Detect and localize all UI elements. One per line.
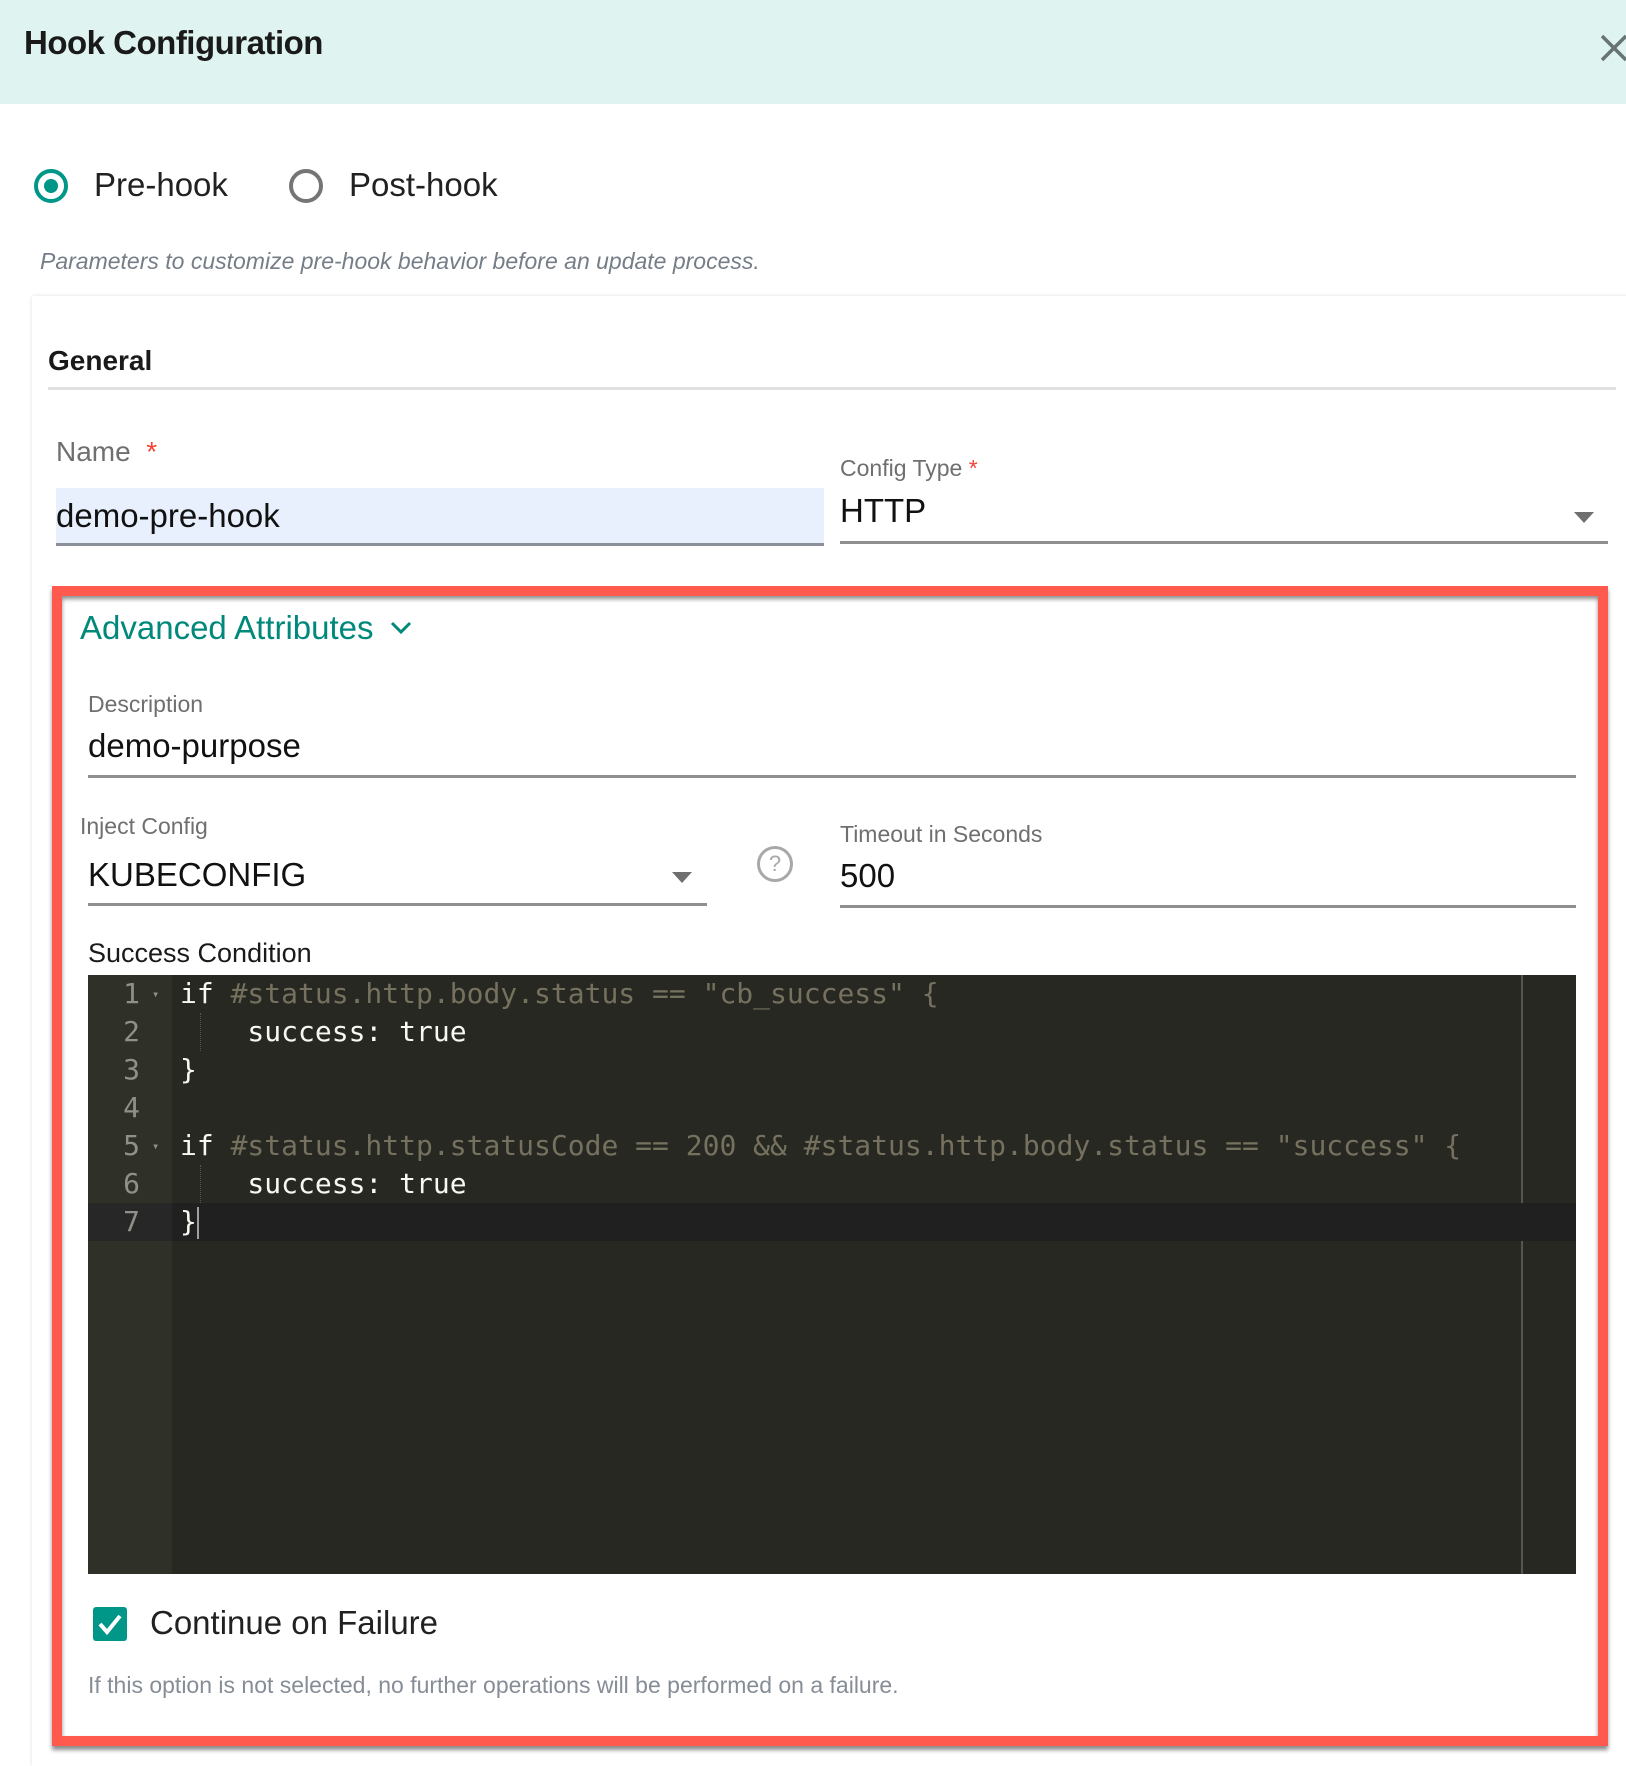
code-line[interactable]: 4 bbox=[88, 1089, 1576, 1127]
code-text: if #status.http.body.status == "cb_succe… bbox=[180, 975, 939, 1013]
inject-config-select[interactable]: KUBECONFIG bbox=[88, 850, 707, 902]
post-hook-label[interactable]: Post-hook bbox=[349, 166, 498, 204]
continue-on-failure-helper: If this option is not selected, no furth… bbox=[88, 1672, 899, 1698]
code-line[interactable]: 2 success: true bbox=[88, 1013, 1576, 1051]
code-keyword: if bbox=[180, 977, 214, 1010]
config-type-value: HTTP bbox=[840, 492, 927, 529]
line-number: 6 bbox=[123, 1167, 140, 1200]
pre-hook-radio[interactable] bbox=[34, 169, 68, 203]
code-text: success: true bbox=[180, 1013, 467, 1051]
description-underline bbox=[88, 775, 1576, 778]
code-text: success: true bbox=[180, 1165, 467, 1203]
code-keyword: if bbox=[180, 1129, 214, 1162]
name-label: Name * bbox=[56, 436, 157, 468]
description-label: Description bbox=[88, 691, 204, 717]
pre-hook-label[interactable]: Pre-hook bbox=[94, 166, 228, 204]
name-required-marker: * bbox=[146, 436, 158, 467]
code-statement: } bbox=[180, 1205, 197, 1238]
code-line[interactable]: 1 ▾ if #status.http.body.status == "cb_suc… bbox=[88, 975, 1576, 1013]
fold-arrow-icon[interactable]: ▾ bbox=[152, 975, 166, 1013]
config-type-label-text: Config Type bbox=[840, 455, 963, 481]
inject-config-dropdown-arrow-icon bbox=[672, 872, 692, 883]
line-number: 3 bbox=[123, 1053, 140, 1086]
code-line[interactable]: 3} bbox=[88, 1051, 1576, 1089]
close-icon bbox=[1600, 34, 1626, 62]
inject-config-label: Inject Config bbox=[80, 813, 208, 839]
continue-on-failure-checkbox[interactable] bbox=[93, 1607, 127, 1641]
description-input[interactable] bbox=[88, 724, 1576, 768]
dialog-title: Hook Configuration bbox=[24, 24, 323, 61]
code-statement: success: true bbox=[180, 1015, 467, 1048]
name-input[interactable] bbox=[56, 488, 824, 546]
line-number: 4 bbox=[123, 1091, 140, 1124]
continue-on-failure-label[interactable]: Continue on Failure bbox=[150, 1604, 438, 1642]
line-number: 7 bbox=[88, 1203, 172, 1241]
timeout-label: Timeout in Seconds bbox=[840, 821, 1043, 847]
code-text: } bbox=[180, 1051, 197, 1089]
timeout-underline bbox=[840, 905, 1576, 908]
config-type-underline bbox=[840, 541, 1608, 544]
text-cursor bbox=[196, 1207, 199, 1239]
close-button[interactable] bbox=[1596, 30, 1626, 66]
code-expression: #status.http.body.status == "cb_success"… bbox=[213, 977, 939, 1010]
general-divider bbox=[48, 387, 1616, 390]
line-number: 2 bbox=[123, 1015, 140, 1048]
timeout-input[interactable] bbox=[840, 854, 1576, 898]
post-hook-radio[interactable] bbox=[289, 169, 323, 203]
code-expression: #status.http.statusCode == 200 && #statu… bbox=[213, 1129, 1462, 1162]
code-line[interactable]: 7} bbox=[88, 1203, 1576, 1241]
code-text: if #status.http.statusCode == 200 && #st… bbox=[180, 1127, 1461, 1165]
config-type-required-marker: * bbox=[968, 455, 978, 481]
fold-arrow-icon[interactable]: ▾ bbox=[152, 1127, 166, 1165]
chevron-down-icon bbox=[390, 621, 411, 635]
general-section-title: General bbox=[48, 345, 153, 376]
code-line[interactable]: 6 success: true bbox=[88, 1165, 1576, 1203]
advanced-attributes-toggle[interactable]: Advanced Attributes bbox=[80, 609, 412, 647]
advanced-attributes-title: Advanced Attributes bbox=[80, 609, 374, 646]
name-label-text: Name bbox=[56, 436, 131, 467]
code-line[interactable]: 5 ▾ if #status.http.statusCode == 200 && #… bbox=[88, 1127, 1576, 1165]
inject-config-underline bbox=[88, 903, 707, 906]
success-condition-label: Success Condition bbox=[88, 938, 312, 968]
help-icon[interactable]: ? bbox=[757, 846, 793, 882]
success-condition-editor[interactable]: 1 ▾ if #status.http.body.status == "cb_suc… bbox=[88, 975, 1576, 1574]
code-statement: } bbox=[180, 1053, 197, 1086]
dialog-header: Hook Configuration bbox=[0, 0, 1626, 104]
code-text: } bbox=[180, 1203, 199, 1241]
config-type-dropdown-arrow-icon bbox=[1574, 512, 1594, 523]
code-statement: success: true bbox=[180, 1167, 467, 1200]
config-type-label: Config Type * bbox=[840, 455, 978, 482]
checkmark-icon bbox=[98, 1614, 122, 1636]
hook-type-description: Parameters to customize pre-hook behavio… bbox=[40, 248, 760, 274]
inject-config-value: KUBECONFIG bbox=[88, 856, 307, 893]
config-type-select[interactable]: HTTP bbox=[840, 488, 1608, 544]
